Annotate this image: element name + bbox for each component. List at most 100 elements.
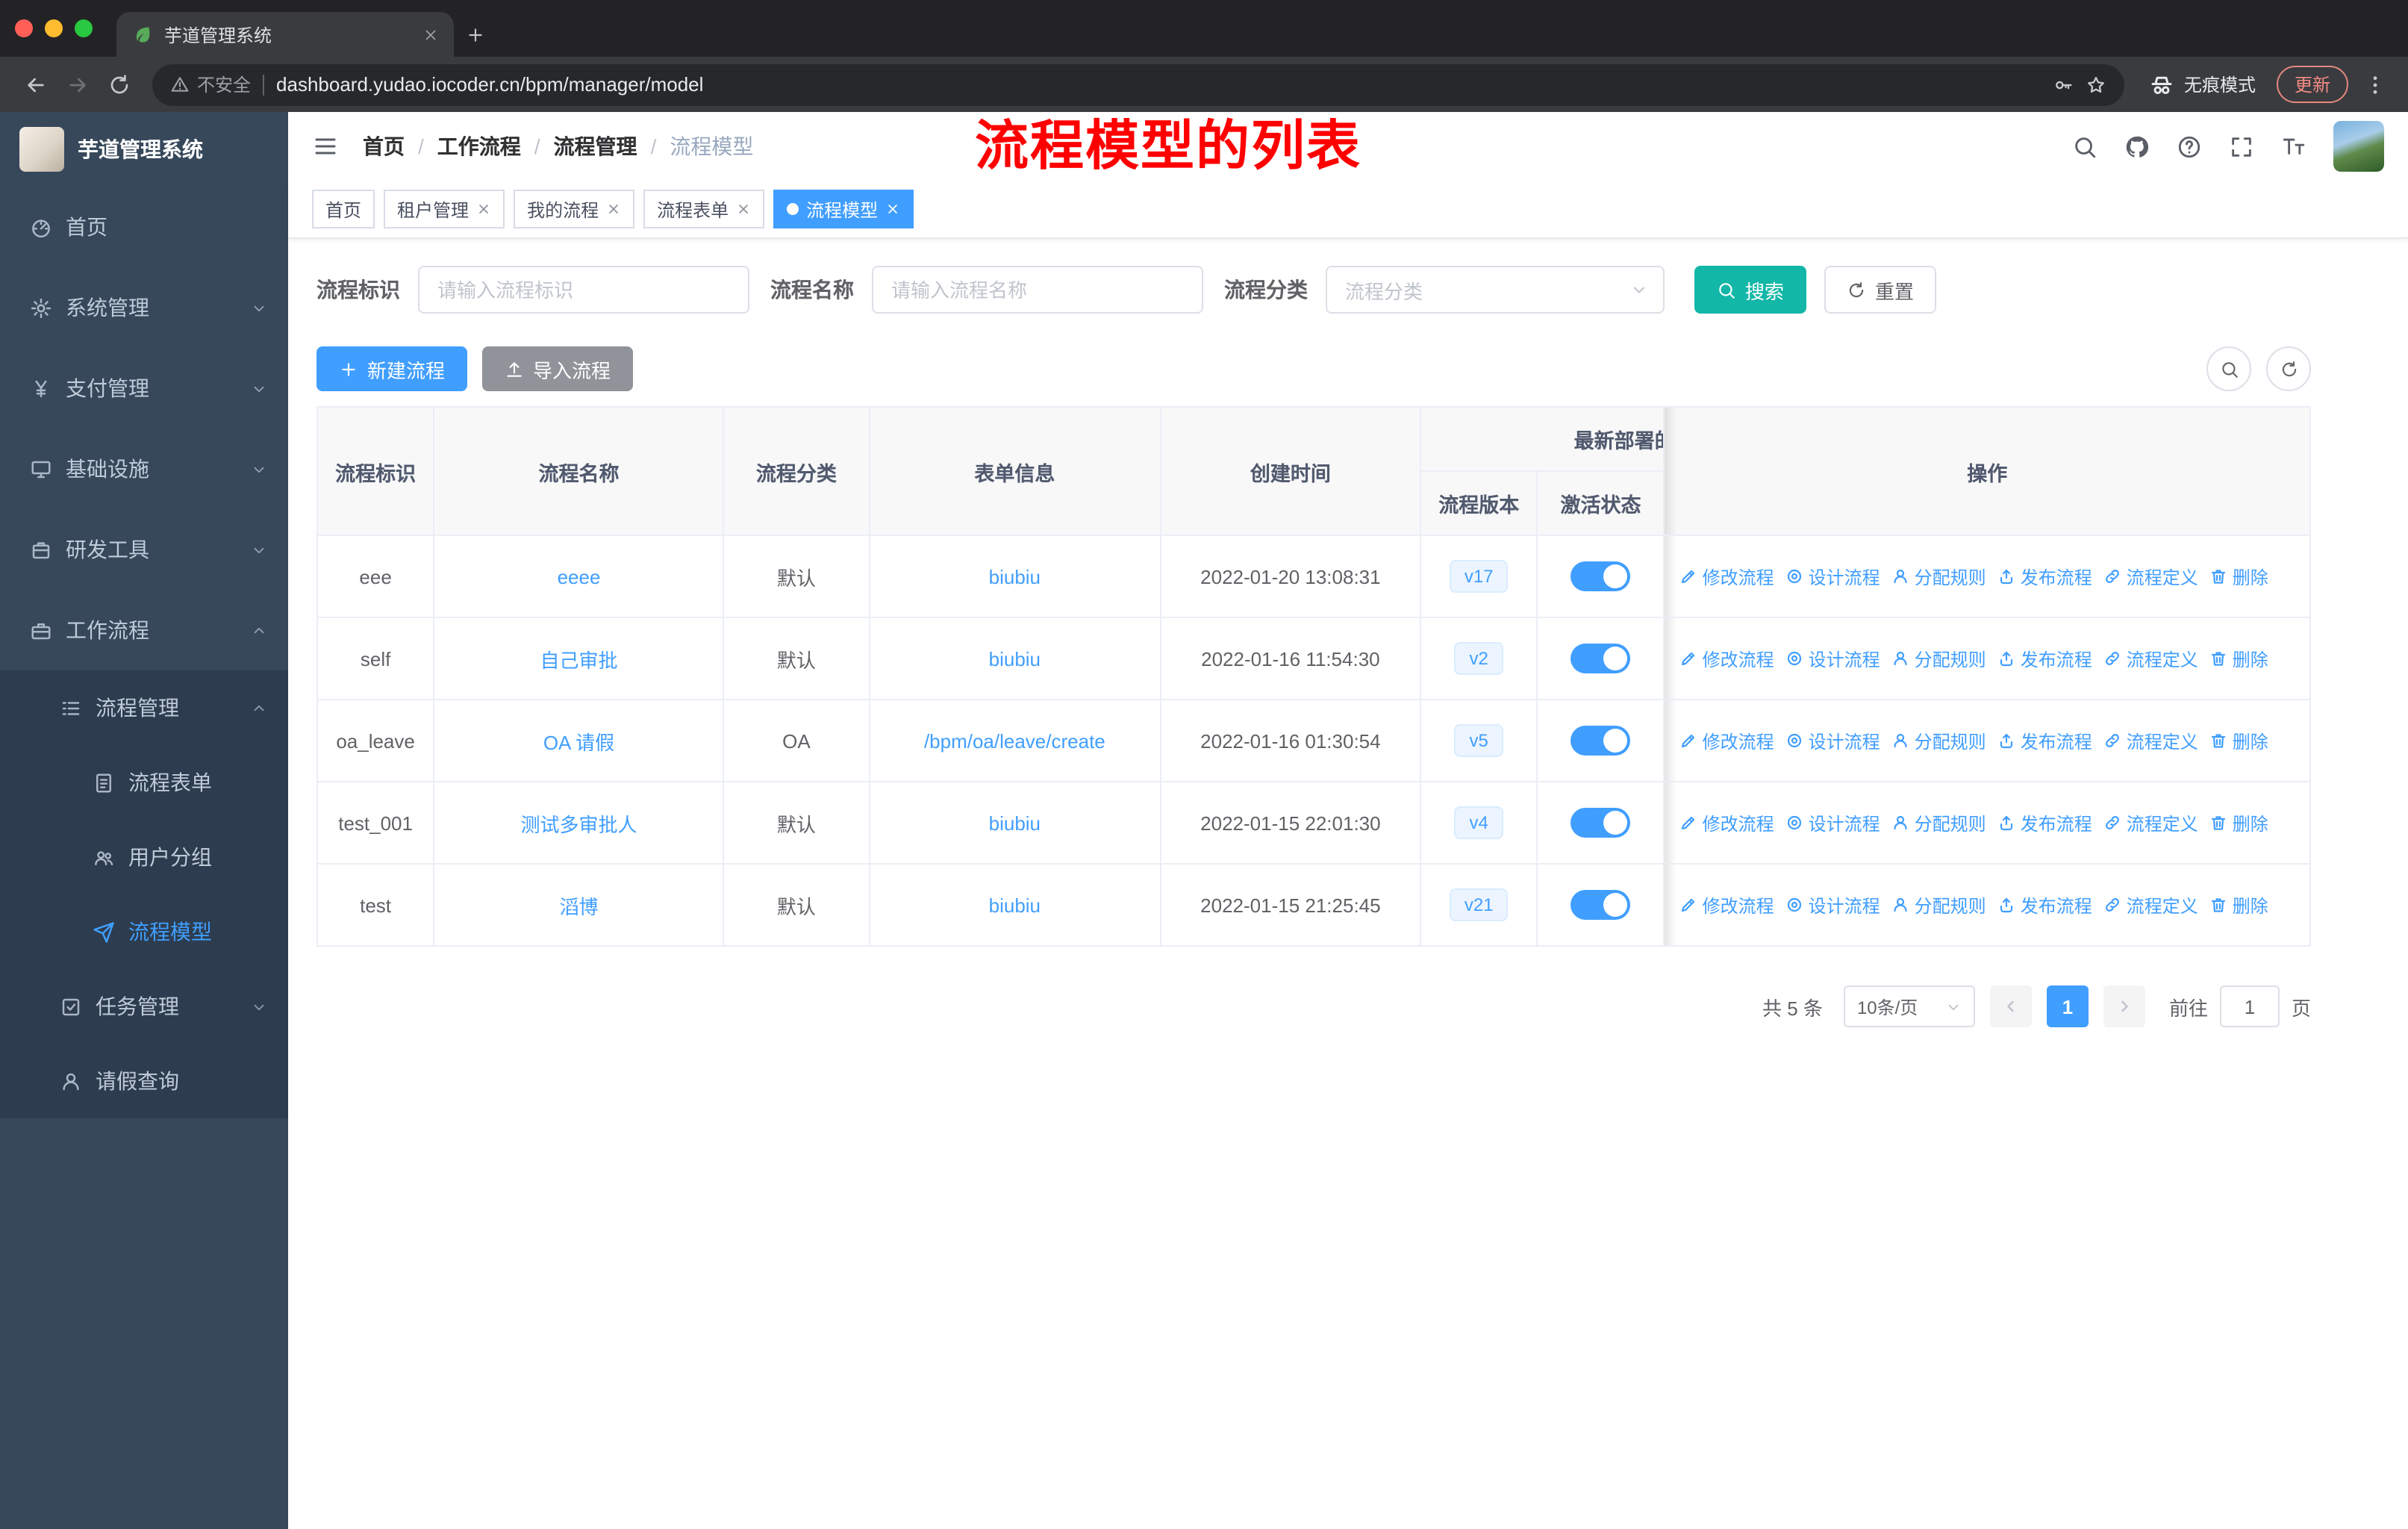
import-process-button[interactable]: 导入流程 <box>482 346 634 391</box>
action-assign-rule[interactable]: 分配规则 <box>1892 646 1986 671</box>
sidebar-item-workflow[interactable]: 工作流程 <box>0 590 288 670</box>
forward-button[interactable] <box>57 62 99 107</box>
sidebar-item-process-form[interactable]: 流程表单 <box>0 745 288 820</box>
tag-my-process[interactable]: 我的流程 <box>514 190 635 228</box>
tag-close-icon[interactable] <box>736 202 751 217</box>
sidebar-item-payment[interactable]: 支付管理 <box>0 348 288 429</box>
active-state-toggle[interactable] <box>1570 808 1631 838</box>
sidebar-item-user-group[interactable]: 用户分组 <box>0 820 288 894</box>
action-edit-process[interactable]: 修改流程 <box>1680 646 1774 671</box>
action-process-definition[interactable]: 流程定义 <box>2104 728 2198 753</box>
sidebar-item-dev-tools[interactable]: 研发工具 <box>0 509 288 590</box>
sidebar-item-leave-query[interactable]: 请假查询 <box>0 1044 288 1118</box>
action-assign-rule[interactable]: 分配规则 <box>1892 728 1986 753</box>
active-state-toggle[interactable] <box>1570 644 1631 673</box>
user-avatar[interactable] <box>2333 121 2384 172</box>
process-name-link[interactable]: 滔博 <box>559 895 598 918</box>
sidebar-logo[interactable]: 芋道管理系统 <box>0 112 288 187</box>
sidebar-item-task-management[interactable]: 任务管理 <box>0 969 288 1044</box>
back-button[interactable] <box>15 62 57 107</box>
process-key-input[interactable] <box>418 266 749 314</box>
action-publish-process[interactable]: 发布流程 <box>1998 728 2092 753</box>
tag-close-icon[interactable] <box>885 202 900 217</box>
window-close-button[interactable] <box>15 19 33 37</box>
action-delete[interactable]: 删除 <box>2210 810 2268 835</box>
version-tag[interactable]: v5 <box>1454 723 1503 758</box>
font-size-icon[interactable] <box>2281 134 2306 159</box>
goto-page-input[interactable] <box>2219 985 2280 1027</box>
fullscreen-icon[interactable] <box>2229 134 2254 159</box>
action-process-definition[interactable]: 流程定义 <box>2104 564 2198 589</box>
tag-tenant[interactable]: 租户管理 <box>384 190 505 228</box>
action-design-process[interactable]: 设计流程 <box>1786 564 1880 589</box>
action-delete[interactable]: 删除 <box>2210 564 2268 589</box>
action-process-definition[interactable]: 流程定义 <box>2104 892 2198 918</box>
version-tag[interactable]: v4 <box>1454 806 1503 840</box>
form-info-link[interactable]: biubiu <box>989 812 1041 834</box>
action-delete[interactable]: 删除 <box>2210 728 2268 753</box>
refresh-table-button[interactable] <box>2266 346 2311 391</box>
process-name-link[interactable]: OA 请假 <box>543 731 614 753</box>
prev-page-button[interactable] <box>1989 985 2032 1027</box>
version-tag[interactable]: v17 <box>1449 559 1509 594</box>
search-icon[interactable] <box>2072 134 2097 159</box>
breadcrumb-item-process-management[interactable]: 流程管理 <box>554 131 637 161</box>
action-design-process[interactable]: 设计流程 <box>1786 892 1880 918</box>
page-number-current[interactable]: 1 <box>2046 985 2089 1027</box>
address-bar[interactable]: 不安全 dashboard.yudao.iocoder.cn/bpm/manag… <box>152 63 2124 105</box>
active-state-toggle[interactable] <box>1570 726 1631 756</box>
form-info-link[interactable]: biubiu <box>989 647 1041 670</box>
action-design-process[interactable]: 设计流程 <box>1786 646 1880 671</box>
action-assign-rule[interactable]: 分配规则 <box>1892 892 1986 918</box>
password-key-icon[interactable] <box>2053 74 2074 95</box>
breadcrumb-item-workflow[interactable]: 工作流程 <box>437 131 521 161</box>
action-edit-process[interactable]: 修改流程 <box>1680 892 1774 918</box>
action-assign-rule[interactable]: 分配规则 <box>1892 564 1986 589</box>
sidebar-collapse-button[interactable] <box>312 133 339 160</box>
new-tab-button[interactable] <box>454 12 496 57</box>
create-process-button[interactable]: 新建流程 <box>316 346 468 391</box>
sidebar-item-system[interactable]: 系统管理 <box>0 267 288 348</box>
tag-process-form[interactable]: 流程表单 <box>643 190 765 228</box>
active-state-toggle[interactable] <box>1570 561 1631 591</box>
window-minimize-button[interactable] <box>45 19 63 37</box>
process-name-link[interactable]: 自己审批 <box>540 649 617 671</box>
question-icon[interactable] <box>2177 134 2202 159</box>
tag-process-model-active[interactable]: 流程模型 <box>773 190 914 228</box>
tag-close-icon[interactable] <box>476 202 491 217</box>
tag-home[interactable]: 首页 <box>312 190 375 228</box>
active-state-toggle[interactable] <box>1570 890 1631 920</box>
action-process-definition[interactable]: 流程定义 <box>2104 646 2198 671</box>
action-design-process[interactable]: 设计流程 <box>1786 810 1880 835</box>
security-chip[interactable]: 不安全 <box>170 72 251 97</box>
action-delete[interactable]: 删除 <box>2210 646 2268 671</box>
action-publish-process[interactable]: 发布流程 <box>1998 892 2092 918</box>
reload-button[interactable] <box>99 62 140 107</box>
action-process-definition[interactable]: 流程定义 <box>2104 810 2198 835</box>
reset-button[interactable]: 重置 <box>1824 266 1937 314</box>
process-name-link[interactable]: eeee <box>558 565 601 588</box>
action-edit-process[interactable]: 修改流程 <box>1680 728 1774 753</box>
process-name-link[interactable]: 测试多审批人 <box>520 813 637 835</box>
browser-tab[interactable]: 芋道管理系统 <box>116 12 454 57</box>
sidebar-item-home[interactable]: 首页 <box>0 187 288 267</box>
tag-close-icon[interactable] <box>606 202 621 217</box>
action-publish-process[interactable]: 发布流程 <box>1998 810 2092 835</box>
sidebar-item-process-model[interactable]: 流程模型 <box>0 894 288 969</box>
bookmark-star-icon[interactable] <box>2086 74 2106 95</box>
browser-update-button[interactable]: 更新 <box>2276 66 2348 103</box>
form-info-link[interactable]: biubiu <box>989 894 1041 916</box>
sidebar-item-infrastructure[interactable]: 基础设施 <box>0 429 288 509</box>
action-publish-process[interactable]: 发布流程 <box>1998 564 2092 589</box>
action-edit-process[interactable]: 修改流程 <box>1680 810 1774 835</box>
next-page-button[interactable] <box>2103 985 2145 1027</box>
github-icon[interactable] <box>2124 134 2150 159</box>
category-select[interactable]: 流程分类 <box>1326 266 1665 314</box>
page-size-select[interactable]: 10条/页 <box>1843 985 1975 1027</box>
version-tag[interactable]: v21 <box>1449 888 1509 922</box>
toggle-search-button[interactable] <box>2206 346 2251 391</box>
action-assign-rule[interactable]: 分配规则 <box>1892 810 1986 835</box>
action-edit-process[interactable]: 修改流程 <box>1680 564 1774 589</box>
action-design-process[interactable]: 设计流程 <box>1786 728 1880 753</box>
breadcrumb-item-home[interactable]: 首页 <box>363 131 405 161</box>
